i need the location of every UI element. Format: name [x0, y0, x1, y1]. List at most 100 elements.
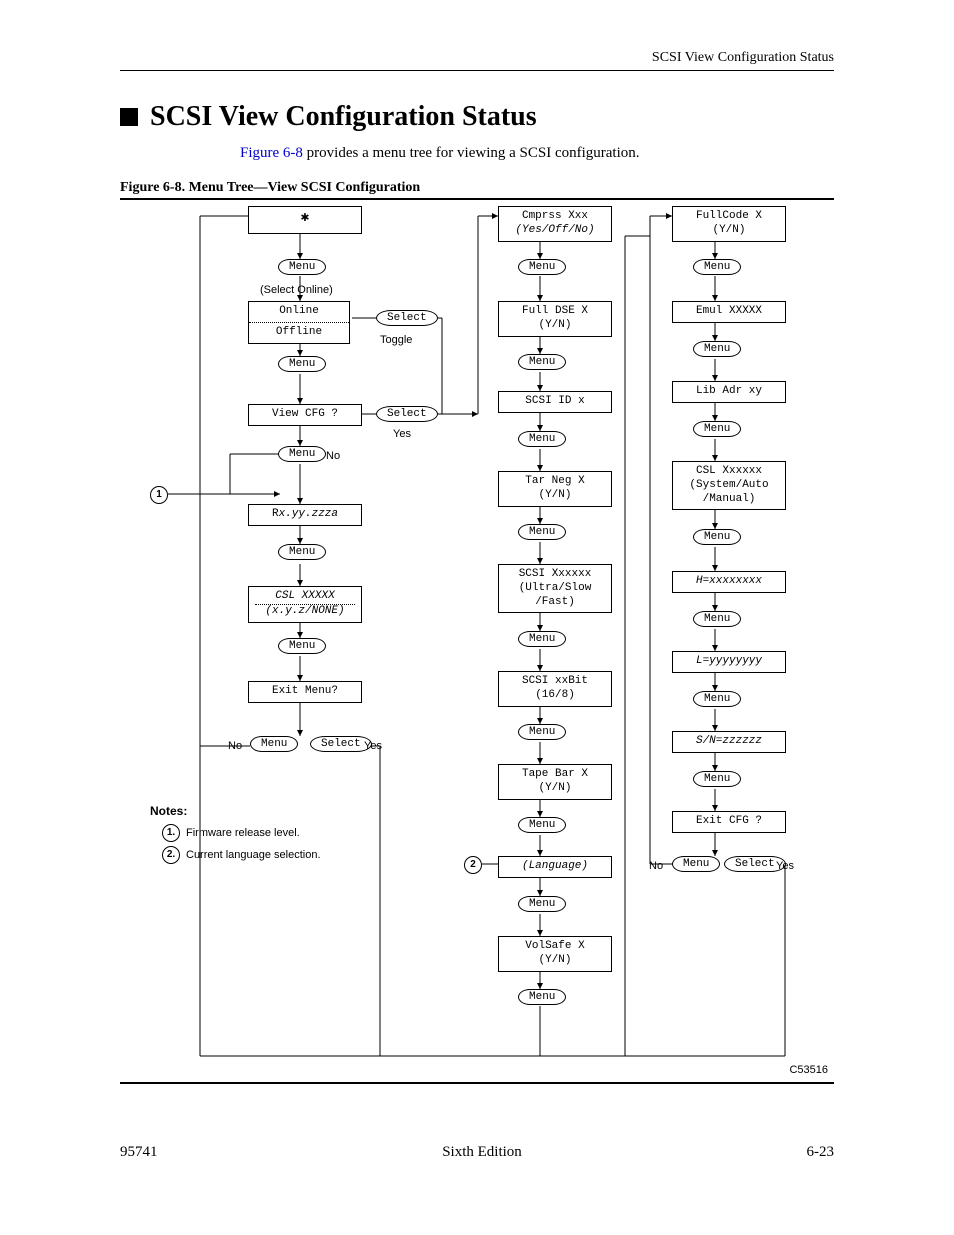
- scsi-speed-l2: (Ultra/Slow: [505, 582, 605, 596]
- intro-rest: provides a menu tree for viewing a SCSI …: [303, 145, 640, 161]
- fullcode-box: FullCode X (Y/N): [672, 206, 786, 242]
- menu-pill: Menu: [278, 259, 326, 275]
- menu-pill: Menu: [693, 529, 741, 545]
- star-icon: ✱: [301, 210, 309, 226]
- select-pill: Select: [376, 406, 438, 422]
- note-2-text: Current language selection.: [186, 849, 321, 861]
- csl-c-l1: CSL Xxxxxx: [679, 465, 779, 479]
- notes-heading: Notes:: [150, 804, 187, 818]
- menu-pill: Menu: [518, 524, 566, 540]
- menu-pill: Menu: [518, 989, 566, 1005]
- note-number-2-icon: 2.: [162, 846, 180, 864]
- fulldse-box: Full DSE X (Y/N): [498, 301, 612, 337]
- volsafe-box: VolSafe X (Y/N): [498, 936, 612, 972]
- section-title-text: SCSI View Configuration Status: [150, 101, 537, 133]
- figure-caption: Figure 6-8. Menu Tree—View SCSI Configur…: [120, 180, 834, 196]
- csl-box-a: CSL XXXXX (x.y.z/NONE): [248, 586, 362, 623]
- csl-a-l1: CSL XXXXX: [255, 590, 355, 604]
- yes-label: Yes: [393, 428, 411, 440]
- l-box: L=yyyyyyyy: [672, 651, 786, 673]
- menu-pill: Menu: [518, 724, 566, 740]
- scsi-bit-l2: (16/8): [505, 689, 605, 703]
- no-label: No: [649, 860, 663, 872]
- note-1-text: Firmware release level.: [186, 827, 300, 839]
- fullcode-l2: (Y/N): [679, 224, 779, 238]
- scsi-speed-box: SCSI Xxxxxx (Ultra/Slow /Fast): [498, 564, 612, 613]
- tarneg-l2: (Y/N): [505, 489, 605, 503]
- exit-menu-box: Exit Menu?: [248, 681, 362, 703]
- menu-pill: Menu: [672, 856, 720, 872]
- section-title: SCSI View Configuration Status: [120, 101, 834, 133]
- menu-pill: Menu: [250, 736, 298, 752]
- footer-center: Sixth Edition: [442, 1144, 522, 1161]
- rev-prefix: R: [272, 508, 279, 520]
- intro-paragraph: Figure 6-8 provides a menu tree for view…: [240, 145, 834, 162]
- csl-box-c: CSL Xxxxxx (System/Auto /Manual): [672, 461, 786, 510]
- toggle-label: Toggle: [380, 334, 412, 346]
- language-box: (Language): [498, 856, 612, 878]
- menu-pill: Menu: [693, 341, 741, 357]
- note-ref-2-icon: 2: [464, 856, 482, 874]
- libadr-box: Lib Adr xy: [672, 381, 786, 403]
- csl-a-l2: (x.y.z/NONE): [255, 604, 355, 619]
- cmprss-l1: Cmprss Xxx: [505, 210, 605, 224]
- view-cfg-box: View CFG ?: [248, 404, 362, 426]
- note-2: 2. Current language selection.: [162, 846, 321, 864]
- select-pill: Select: [376, 310, 438, 326]
- rev-vars: x.yy.zzza: [279, 508, 338, 520]
- offline-text: Offline: [249, 322, 349, 343]
- menu-pill: Menu: [518, 817, 566, 833]
- h-box: H=xxxxxxxx: [672, 571, 786, 593]
- volsafe-l2: (Y/N): [505, 954, 605, 968]
- scsi-bit-l1: SCSI xxBit: [505, 675, 605, 689]
- yes-label: Yes: [776, 860, 794, 872]
- scsi-bit-box: SCSI xxBit (16/8): [498, 671, 612, 707]
- footer-left: 95741: [120, 1144, 158, 1161]
- scsi-speed-l1: SCSI Xxxxxx: [505, 568, 605, 582]
- menu-pill: Menu: [518, 896, 566, 912]
- figure-rule-bottom: [120, 1082, 834, 1084]
- diagram-id: C53516: [789, 1064, 828, 1076]
- figure-rule-top: [120, 198, 834, 200]
- menu-pill: Menu: [693, 771, 741, 787]
- menu-pill: Menu: [518, 631, 566, 647]
- yes-label: Yes: [364, 740, 382, 752]
- no-label: No: [326, 450, 340, 462]
- figure-reference-link[interactable]: Figure 6-8: [240, 145, 303, 161]
- note-ref-1-icon: 1: [150, 486, 168, 504]
- tapebar-l1: Tape Bar X: [505, 768, 605, 782]
- footer-right: 6-23: [807, 1144, 835, 1161]
- tapebar-l2: (Y/N): [505, 782, 605, 796]
- scsi-speed-l3: /Fast): [505, 596, 605, 610]
- menu-pill: Menu: [693, 259, 741, 275]
- start-box: ✱: [248, 206, 362, 234]
- fullcode-l1: FullCode X: [679, 210, 779, 224]
- cmprss-box: Cmprss Xxx (Yes/Off/No): [498, 206, 612, 242]
- menu-pill: Menu: [278, 356, 326, 372]
- scsi-id-box: SCSI ID x: [498, 391, 612, 413]
- select-online-label: (Select Online): [260, 284, 333, 296]
- menu-pill: Menu: [518, 354, 566, 370]
- online-offline-box: Online Offline: [248, 301, 350, 344]
- volsafe-l1: VolSafe X: [505, 940, 605, 954]
- menu-pill: Menu: [693, 691, 741, 707]
- bullet-square-icon: [120, 108, 138, 126]
- menu-pill: Menu: [693, 421, 741, 437]
- no-label: No: [228, 740, 242, 752]
- cmprss-l2: (Yes/Off/No): [505, 224, 605, 238]
- emul-box: Emul XXXXX: [672, 301, 786, 323]
- menu-pill: Menu: [278, 446, 326, 462]
- page-footer: 95741 Sixth Edition 6-23: [120, 1144, 834, 1161]
- csl-c-l3: /Manual): [679, 493, 779, 507]
- menu-tree-diagram: ✱ Menu (Select Online) Online Offline Se…: [120, 206, 834, 1076]
- sn-box: S/N=zzzzzz: [672, 731, 786, 753]
- firmware-rev-box: Rx.yy.zzza: [248, 504, 362, 526]
- menu-pill: Menu: [518, 259, 566, 275]
- running-head: SCSI View Configuration Status: [120, 50, 834, 71]
- online-text: Online: [249, 302, 349, 322]
- tarneg-l1: Tar Neg X: [505, 475, 605, 489]
- note-number-1-icon: 1.: [162, 824, 180, 842]
- exit-cfg-box: Exit CFG ?: [672, 811, 786, 833]
- menu-pill: Menu: [518, 431, 566, 447]
- menu-pill: Menu: [278, 544, 326, 560]
